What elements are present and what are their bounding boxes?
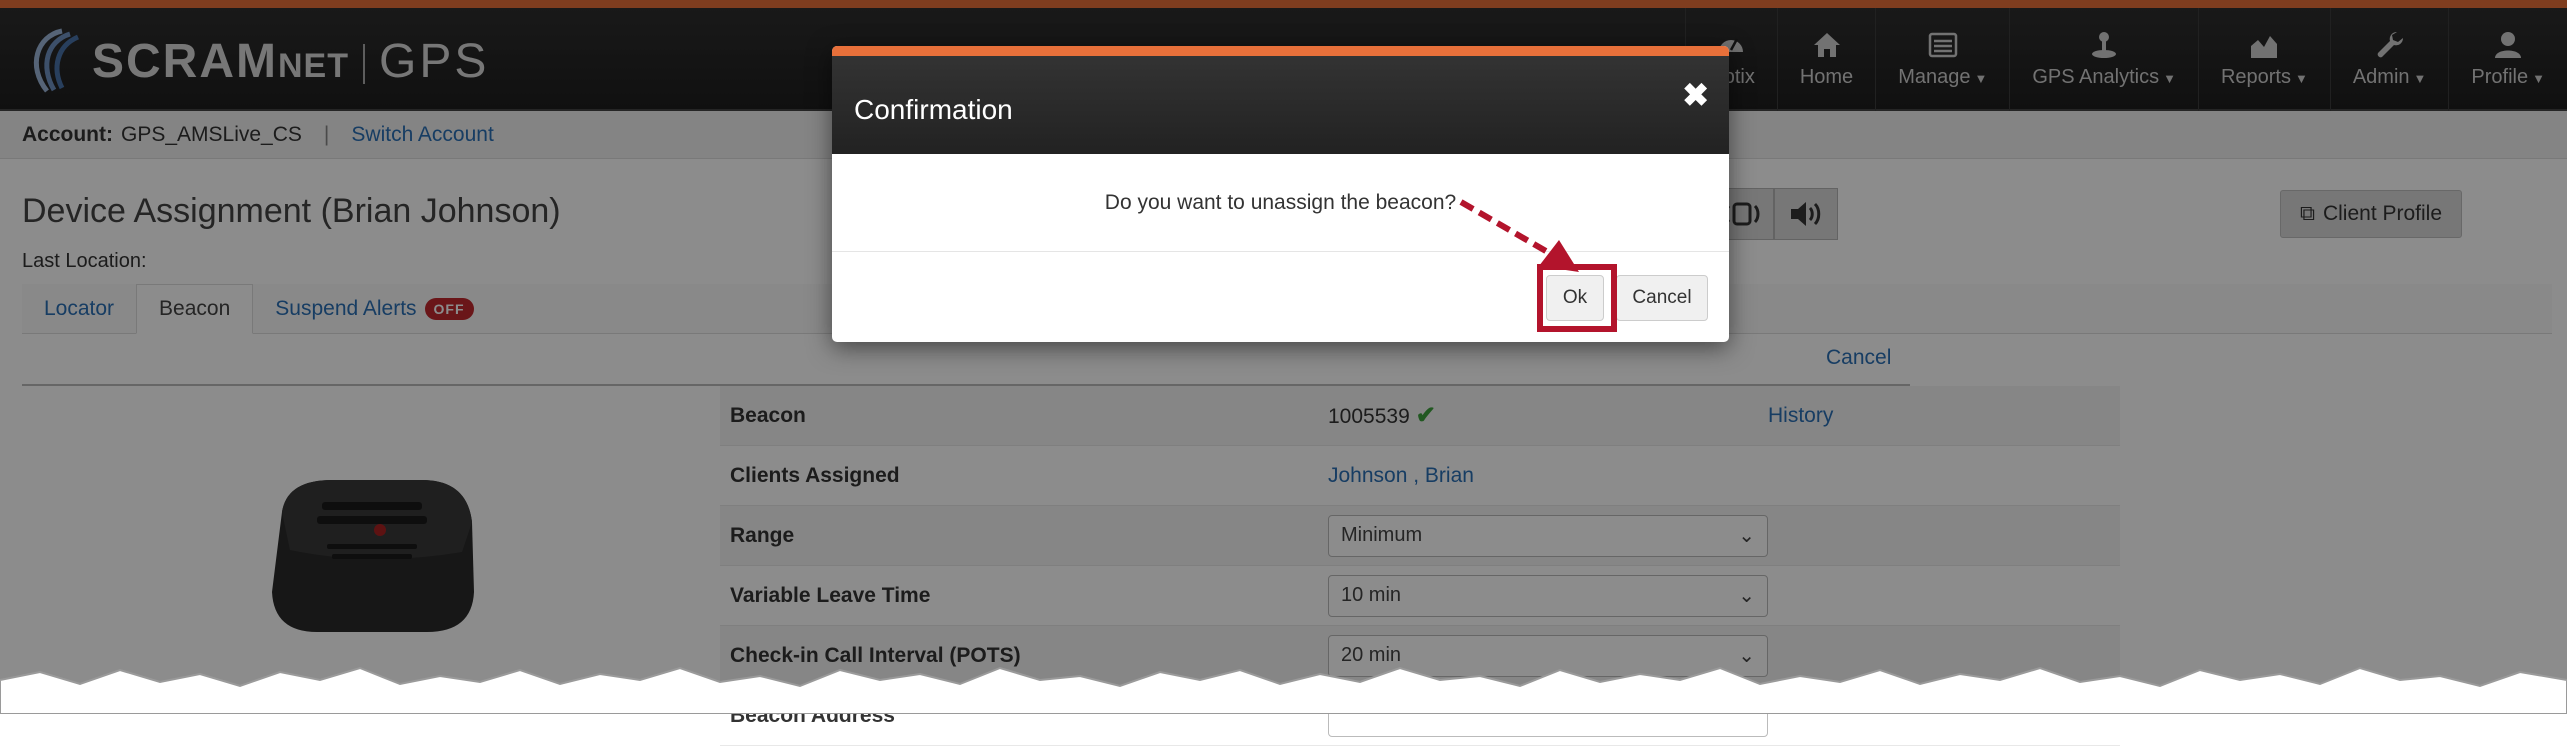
callout-highlight-box xyxy=(1537,264,1617,332)
dialog-header: Confirmation ✖ xyxy=(832,46,1729,154)
dialog-body: Do you want to unassign the beacon? xyxy=(832,154,1729,252)
dialog-message: Do you want to unassign the beacon? xyxy=(1104,190,1457,214)
cancel-button[interactable]: Cancel xyxy=(1616,275,1708,321)
torn-edge xyxy=(0,666,2567,714)
dialog-title: Confirmation xyxy=(854,94,1013,125)
close-icon[interactable]: ✖ xyxy=(1682,76,1709,114)
